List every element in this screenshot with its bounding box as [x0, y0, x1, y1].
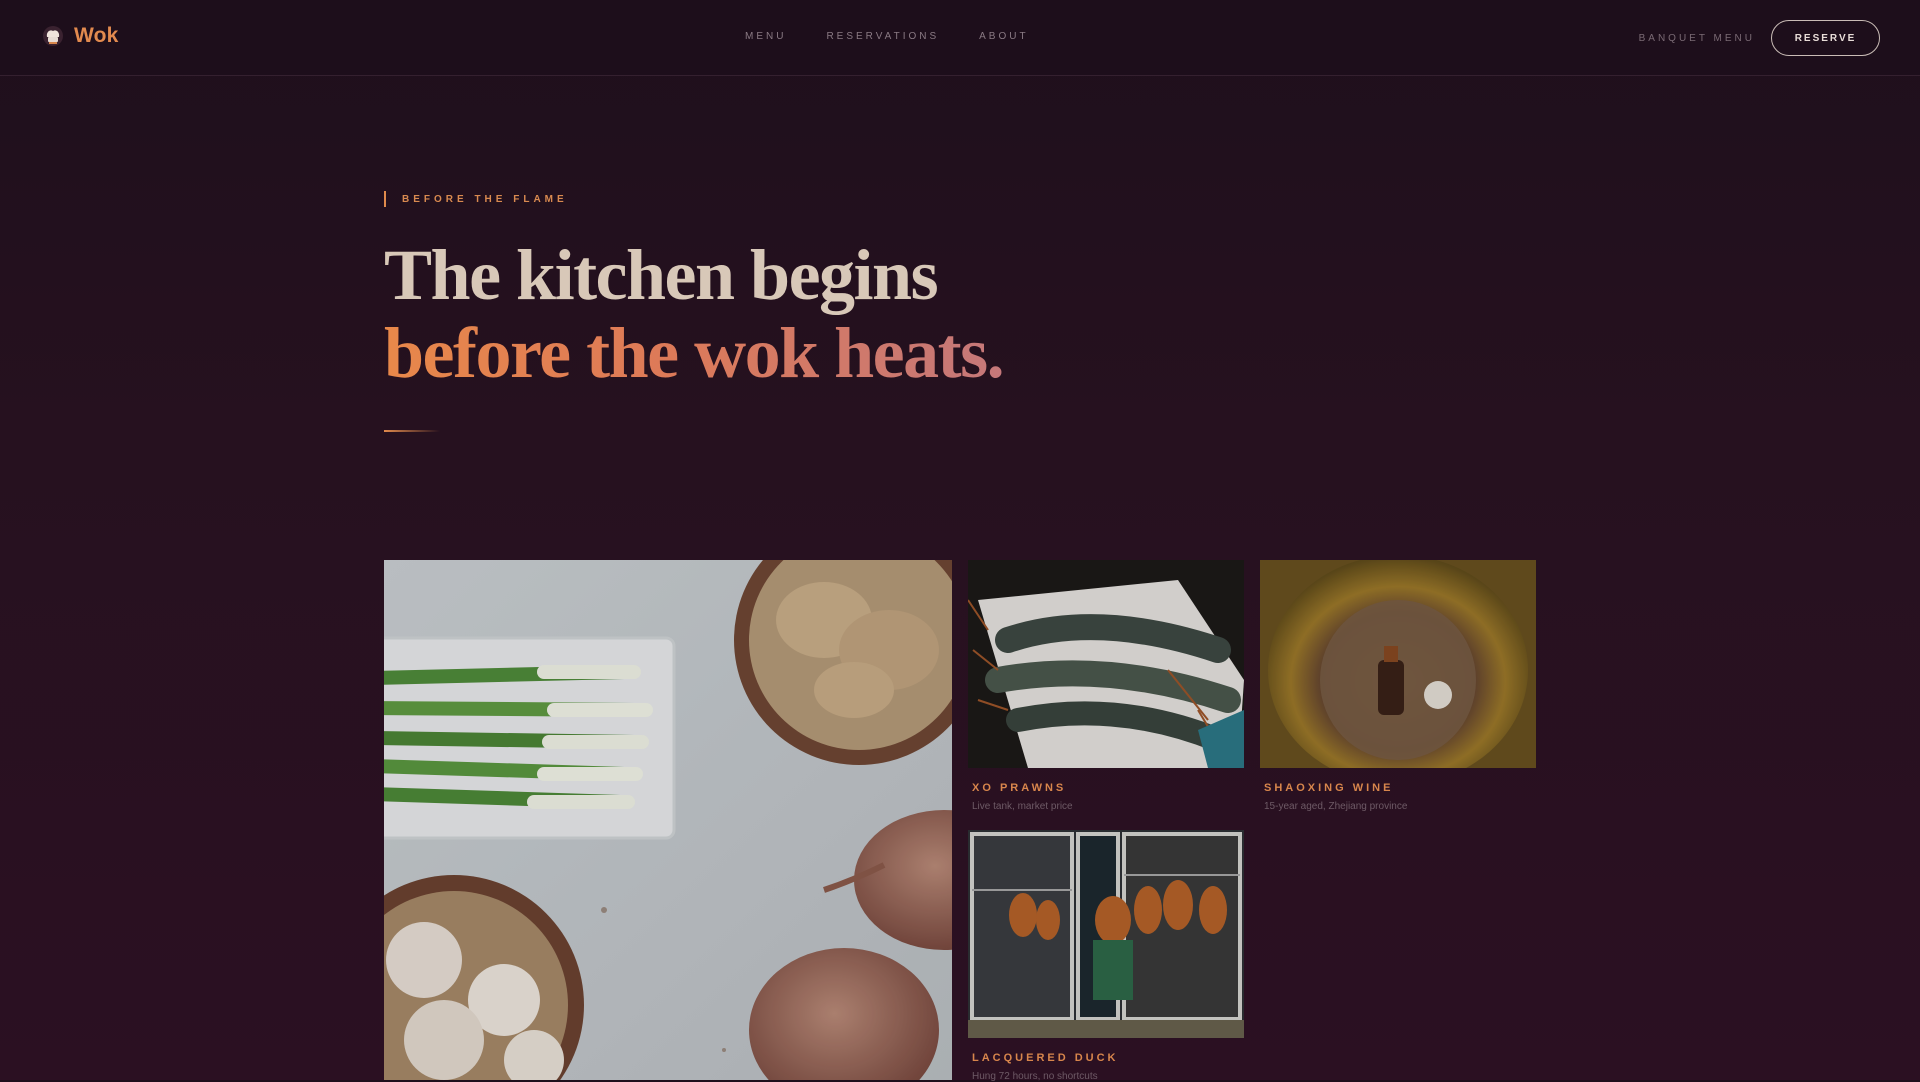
banquet-menu-link[interactable]: BANQUET MENU	[1639, 33, 1755, 44]
card-title: LACQUERED DUCK	[972, 1052, 1119, 1064]
lacquered-duck-photo	[968, 830, 1244, 1038]
nav-actions: BANQUET MENU RESERVE	[1639, 20, 1880, 56]
hero-eyebrow: BEFORE THE FLAME	[384, 191, 568, 207]
ingredients-photo	[384, 560, 952, 1080]
card-description: Hung 72 hours, no shortcuts	[972, 1071, 1098, 1082]
card-description: Live tank, market price	[972, 801, 1073, 812]
chef-hat-icon	[42, 25, 64, 47]
nav-link-about[interactable]: ABOUT	[979, 31, 1028, 42]
primary-nav: MENU RESERVATIONS ABOUT	[745, 31, 1029, 42]
card-title: SHAOXING WINE	[1264, 782, 1394, 794]
hero-headline: The kitchen begins before the wok heats.	[384, 235, 1005, 393]
headline-line-2: before the wok heats.	[384, 313, 1005, 393]
card-description: 15-year aged, Zhejiang province	[1264, 801, 1408, 812]
brand-logo-link[interactable]: Wok	[42, 24, 119, 48]
top-nav: Wok MENU RESERVATIONS ABOUT BANQUET MENU…	[0, 0, 1920, 76]
hero-divider	[384, 430, 440, 432]
reserve-button[interactable]: RESERVE	[1771, 20, 1880, 56]
gallery-card-lacquered-duck[interactable]: LACQUERED DUCK Hung 72 hours, no shortcu…	[968, 830, 1244, 1082]
nav-link-reservations[interactable]: RESERVATIONS	[826, 31, 939, 42]
nav-link-menu[interactable]: MENU	[745, 31, 786, 42]
shaoxing-wine-photo	[1260, 560, 1536, 768]
brand-name: Wok	[74, 24, 119, 47]
prawns-photo	[968, 560, 1244, 768]
gallery-card-xo-prawns[interactable]: XO PRAWNS Live tank, market price	[968, 560, 1244, 812]
headline-line-1: The kitchen begins	[384, 235, 939, 315]
gallery-card-shaoxing-wine[interactable]: SHAOXING WINE 15-year aged, Zhejiang pro…	[1260, 560, 1536, 812]
card-title: XO PRAWNS	[972, 782, 1067, 794]
